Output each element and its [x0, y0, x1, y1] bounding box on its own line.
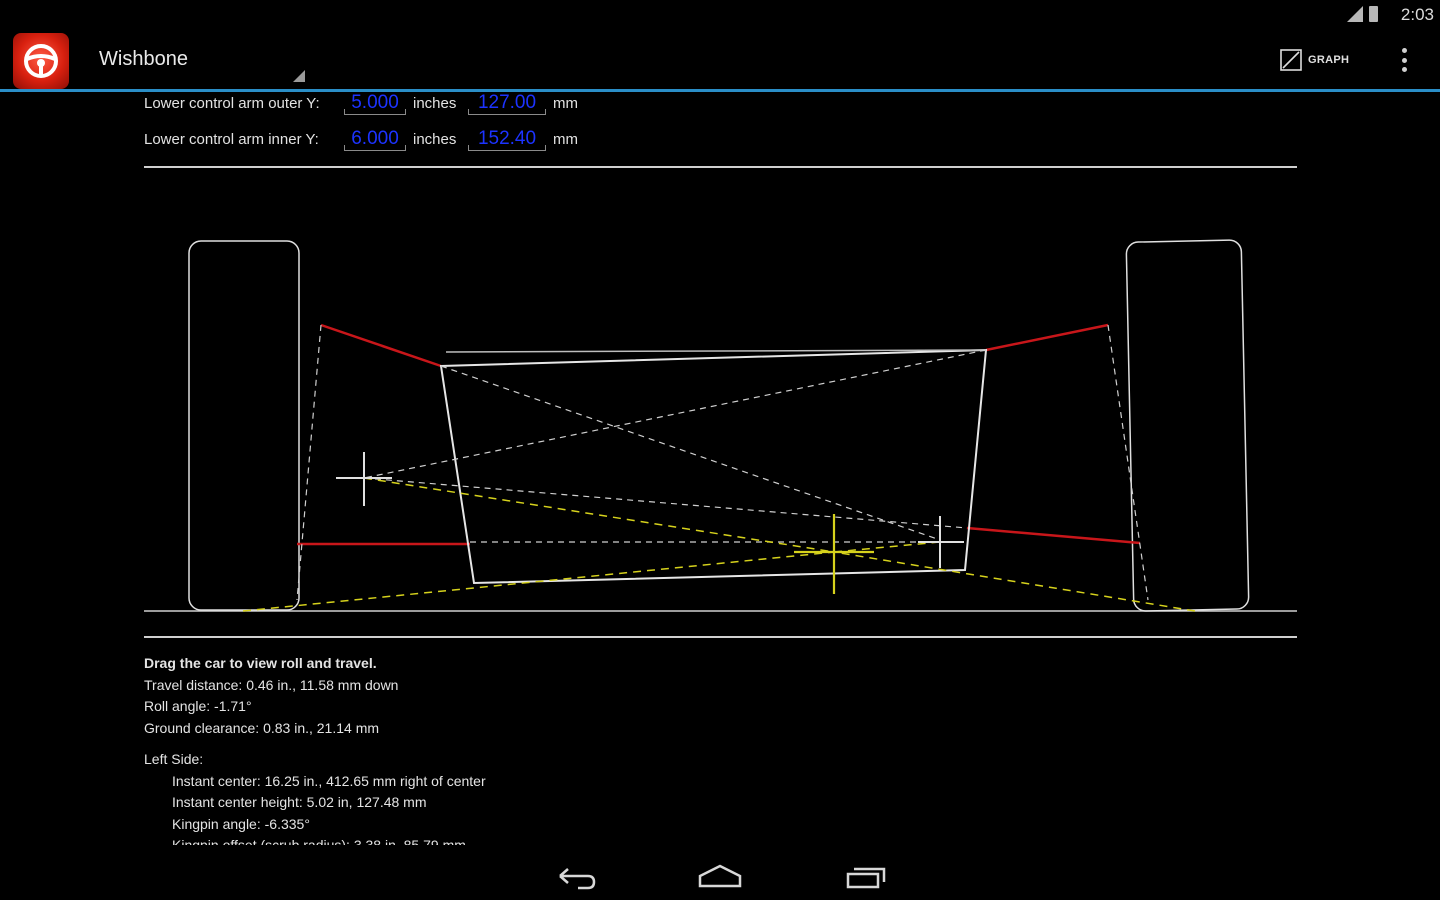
navigation-bar: [0, 850, 1440, 900]
right-instant-center-marker: [918, 516, 964, 568]
left-side-heading: Left Side:: [144, 751, 204, 767]
status-bar: 2:03: [0, 0, 1440, 30]
left-kingpin-angle: Kingpin angle: -6.335°: [172, 815, 310, 832]
recent-apps-icon[interactable]: [836, 860, 896, 892]
travel-distance: Travel distance: 0.46 in., 11.58 mm down: [144, 676, 399, 693]
left-instant-center: Instant center: 16.25 in., 412.65 mm rig…: [172, 772, 486, 789]
instruction-text: Drag the car to view roll and travel.: [144, 655, 377, 671]
mm-unit-label: mm: [553, 95, 578, 112]
steering-wheel-icon: [24, 44, 58, 78]
left-instant-center-marker: [336, 452, 392, 506]
lower-arm-inner-y-inches-input[interactable]: 6.000: [344, 128, 406, 151]
graph-icon: [1280, 49, 1302, 71]
right-wheel: [1125, 239, 1250, 612]
spinner-caret-icon[interactable]: [293, 70, 305, 82]
ground-clearance: Ground clearance: 0.83 in., 21.14 mm: [144, 719, 380, 736]
lower-arm-inner-y-mm-input[interactable]: 152.40: [468, 128, 546, 151]
construction-lines: [296, 324, 1149, 601]
graph-button-label: GRAPH: [1308, 54, 1350, 66]
roll-center-marker: [794, 514, 874, 594]
inches-unit-label: inches: [413, 95, 457, 112]
bottom-divider: [144, 636, 1297, 638]
mm-unit-label: mm: [553, 131, 578, 148]
action-bar: [0, 30, 1440, 90]
left-kingpin-offset: Kingpin offset (scrub radius): 3.38 in, …: [172, 837, 466, 845]
roll-angle: Roll angle: -1.71°: [144, 698, 252, 714]
app-title[interactable]: Wishbone: [99, 48, 188, 71]
battery-icon: [1369, 6, 1378, 22]
lower-arm-outer-y-mm-input[interactable]: 127.00: [468, 92, 546, 115]
home-icon[interactable]: [690, 860, 750, 892]
field-label: Lower control arm inner Y:: [144, 131, 319, 148]
car-body[interactable]: [439, 348, 988, 585]
graph-button[interactable]: GRAPH: [1280, 44, 1349, 76]
results-panel: Drag the car to view roll and travel. Tr…: [144, 653, 1244, 845]
left-instant-center-height: Instant center height: 5.02 in, 127.48 m…: [172, 794, 427, 810]
right-upper-arm: [985, 323, 1109, 352]
left-wheel: [188, 240, 300, 611]
app-icon[interactable]: [13, 33, 69, 89]
action-bar-underline: [0, 89, 1440, 92]
clock: 2:03: [1400, 5, 1434, 24]
back-icon[interactable]: [546, 860, 606, 892]
lower-arm-outer-y-inches-input[interactable]: 5.000: [344, 92, 406, 115]
inches-unit-label: inches: [413, 131, 457, 148]
right-lower-arm: [966, 526, 1141, 545]
overflow-menu-icon[interactable]: [1396, 46, 1412, 74]
signal-icon: [1347, 6, 1363, 22]
suspension-diagram[interactable]: [144, 168, 1297, 638]
left-upper-arm: [320, 323, 442, 368]
field-label: Lower control arm outer Y:: [144, 95, 320, 112]
